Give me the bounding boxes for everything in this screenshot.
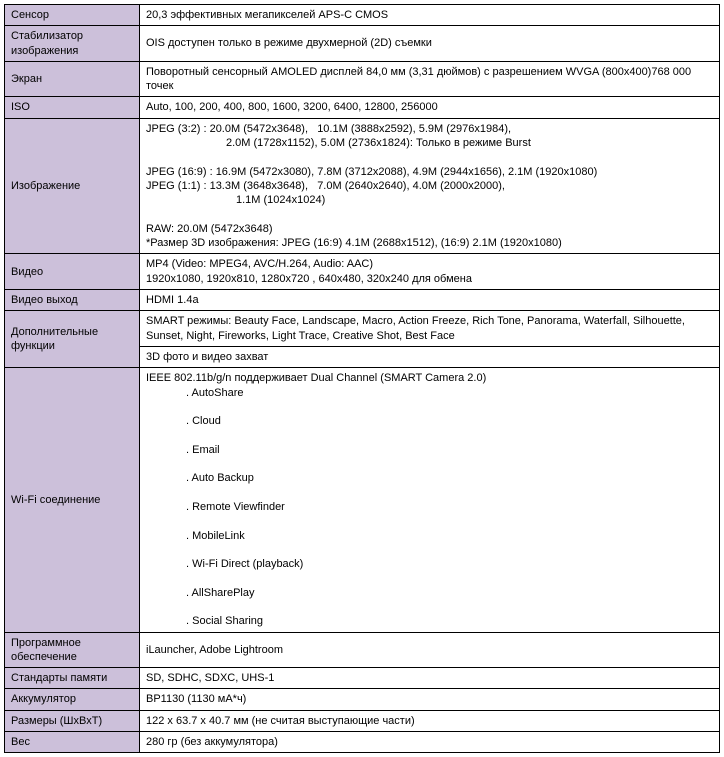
spec-label: Экран (5, 61, 140, 97)
spec-value: IEEE 802.11b/g/n поддерживает Dual Chann… (140, 368, 720, 632)
spec-value: MP4 (Video: MPEG4, AVC/H.264, Audio: AAC… (140, 254, 720, 290)
spec-value: HDMI 1.4a (140, 290, 720, 311)
spec-value: 20,3 эффективных мегапикселей APS-C CMOS (140, 5, 720, 26)
spec-value: 3D фото и видео захват (140, 346, 720, 367)
specs-table: Сенсор20,3 эффективных мегапикселей APS-… (4, 4, 720, 753)
spec-value: Поворотный сенсорный AMOLED дисплей 84,0… (140, 61, 720, 97)
spec-value: SMART режимы: Beauty Face, Landscape, Ma… (140, 311, 720, 347)
spec-label: Стандарты памяти (5, 668, 140, 689)
spec-label: Видео (5, 254, 140, 290)
spec-label: Видео выход (5, 290, 140, 311)
spec-label: Сенсор (5, 5, 140, 26)
spec-label: Вес (5, 732, 140, 753)
spec-label: Размеры (ШхВхТ) (5, 710, 140, 731)
spec-value: 122 x 63.7 x 40.7 мм (не считая выступаю… (140, 710, 720, 731)
spec-value: JPEG (3:2) : 20.0M (5472x3648), 10.1M (3… (140, 118, 720, 254)
spec-label: Аккумулятор (5, 689, 140, 710)
spec-label: ISO (5, 97, 140, 118)
spec-value: BP1130 (1130 мА*ч) (140, 689, 720, 710)
spec-value: SD, SDHC, SDXC, UHS-1 (140, 668, 720, 689)
spec-label: Изображение (5, 118, 140, 254)
spec-label: Программное обеспечение (5, 632, 140, 668)
spec-label: Дополнительные функции (5, 311, 140, 368)
spec-label: Стабилизатор изображения (5, 26, 140, 62)
spec-value: iLauncher, Adobe Lightroom (140, 632, 720, 668)
spec-label: Wi-Fi соединение (5, 368, 140, 632)
spec-value: OIS доступен только в режиме двухмерной … (140, 26, 720, 62)
spec-value: 280 гр (без аккумулятора) (140, 732, 720, 753)
spec-value: Auto, 100, 200, 400, 800, 1600, 3200, 64… (140, 97, 720, 118)
